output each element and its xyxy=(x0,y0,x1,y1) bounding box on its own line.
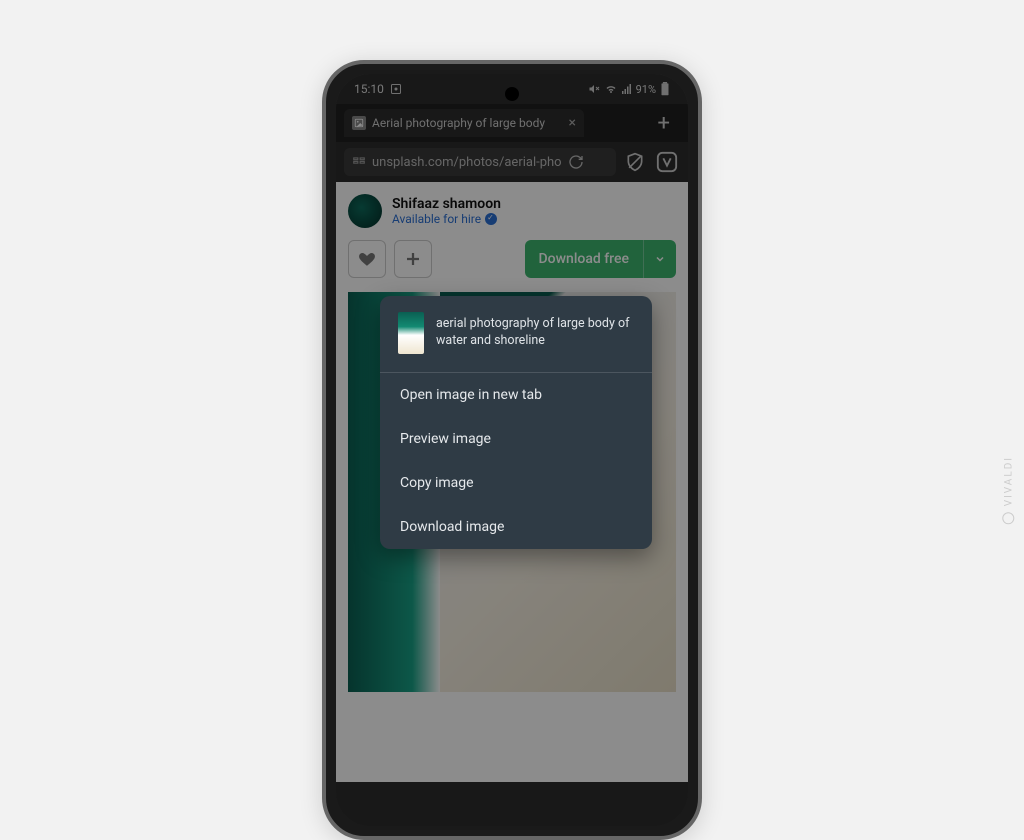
signal-icon xyxy=(622,83,632,95)
author-name: Shifaaz shamoon xyxy=(392,196,501,212)
site-settings-icon[interactable] xyxy=(352,155,366,169)
context-item-open-new-tab[interactable]: Open image in new tab xyxy=(380,373,652,417)
new-tab-button[interactable]: + xyxy=(648,111,680,136)
context-item-copy[interactable]: Copy image xyxy=(380,461,652,505)
reload-icon[interactable] xyxy=(568,154,584,170)
vivaldi-menu-icon[interactable] xyxy=(654,149,680,175)
download-label: Download free xyxy=(525,251,643,267)
context-item-preview[interactable]: Preview image xyxy=(380,417,652,461)
status-battery: 91% xyxy=(636,83,656,96)
context-title: aerial photography of large body of wate… xyxy=(436,316,634,350)
phone-screen: 15:10 91% Aerial photography of large bo… xyxy=(336,74,688,826)
chevron-down-icon xyxy=(654,253,666,265)
shield-icon[interactable] xyxy=(622,149,648,175)
heart-icon xyxy=(358,250,376,268)
browser-tab[interactable]: Aerial photography of large body × xyxy=(344,109,584,137)
add-button[interactable] xyxy=(394,240,432,278)
tab-bar: Aerial photography of large body × + xyxy=(336,104,688,142)
context-menu: aerial photography of large body of wate… xyxy=(380,296,652,549)
download-options-button[interactable] xyxy=(643,240,676,278)
author-hire-link[interactable]: Available for hire xyxy=(392,212,501,226)
tab-title: Aerial photography of large body xyxy=(372,116,563,130)
screenshot-icon xyxy=(390,83,402,95)
watermark: VIVALDI xyxy=(1002,456,1014,524)
tab-favicon-icon xyxy=(352,116,366,130)
wifi-icon xyxy=(604,83,618,95)
like-button[interactable] xyxy=(348,240,386,278)
context-thumbnail xyxy=(398,312,424,354)
url-text: unsplash.com/photos/aerial-pho xyxy=(372,155,562,170)
status-time: 15:10 xyxy=(354,82,384,96)
battery-icon xyxy=(660,82,670,96)
mute-icon xyxy=(588,83,600,95)
avatar[interactable] xyxy=(348,194,382,228)
action-row: Download free xyxy=(348,240,676,278)
context-menu-header: aerial photography of large body of wate… xyxy=(380,296,652,373)
context-item-download[interactable]: Download image xyxy=(380,505,652,549)
watermark-icon xyxy=(1002,512,1014,524)
phone-frame: 15:10 91% Aerial photography of large bo… xyxy=(322,60,702,840)
verified-icon xyxy=(485,213,497,225)
url-bar[interactable]: unsplash.com/photos/aerial-pho xyxy=(344,148,616,176)
plus-icon xyxy=(404,250,422,268)
tab-close-icon[interactable]: × xyxy=(569,115,576,131)
phone-side-button-right xyxy=(701,244,702,354)
download-button[interactable]: Download free xyxy=(525,240,676,278)
camera-hole xyxy=(505,87,519,101)
author-row[interactable]: Shifaaz shamoon Available for hire xyxy=(348,194,676,228)
url-bar-row: unsplash.com/photos/aerial-pho xyxy=(336,142,688,182)
phone-side-button-left xyxy=(322,224,323,294)
